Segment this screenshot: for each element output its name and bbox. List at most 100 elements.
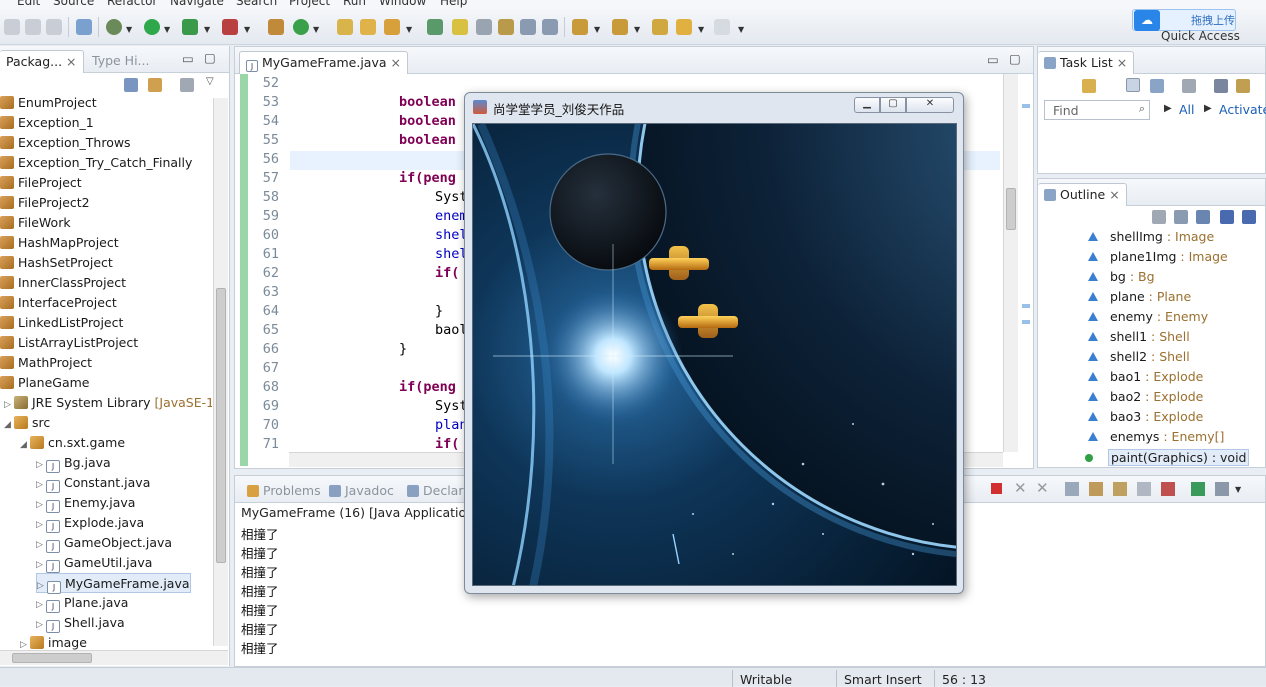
menu-item-search[interactable]: Search xyxy=(236,0,277,8)
tree-scrollbar[interactable] xyxy=(213,98,228,646)
tree-hscrollbar[interactable] xyxy=(0,650,228,665)
outline-item[interactable]: enemy : Enemy xyxy=(1088,309,1208,324)
maximize-button[interactable]: ▢ xyxy=(880,97,906,113)
open-type-icon[interactable] xyxy=(337,19,353,35)
tree-item[interactable]: Exception_Throws xyxy=(0,133,131,153)
expand-icon[interactable] xyxy=(1174,210,1188,224)
external-tools-icon[interactable] xyxy=(222,19,238,35)
menu-item-refactor[interactable]: Refactor xyxy=(107,0,157,8)
tree-item[interactable]: MathProject xyxy=(0,353,92,373)
outline-item[interactable]: shell1 : Shell xyxy=(1088,329,1190,344)
outline-item[interactable]: bao3 : Explode xyxy=(1088,409,1203,424)
menu-item-help[interactable]: Help xyxy=(440,0,467,8)
tree-item[interactable]: ▷ J GameUtil.java xyxy=(36,553,152,573)
show-whitespace-icon[interactable] xyxy=(542,19,558,35)
tab-package-explorer[interactable]: Packag... ⨯ xyxy=(0,50,84,73)
all-link[interactable]: All xyxy=(1179,102,1195,117)
tree-item[interactable]: ▷ J Explode.java xyxy=(36,513,144,533)
remove-all-icon[interactable]: ✕ xyxy=(1036,479,1049,497)
new-class-icon[interactable] xyxy=(293,19,309,35)
next-edit-icon[interactable] xyxy=(572,19,588,35)
menu-item-source[interactable]: Source xyxy=(53,0,94,8)
minimize-button[interactable]: ▁ xyxy=(854,97,880,113)
filter-icon[interactable] xyxy=(1236,79,1250,93)
outline-item[interactable]: bao1 : Explode xyxy=(1088,369,1203,384)
expand-arrow-icon[interactable]: ▷ xyxy=(36,475,46,495)
remove-launch-icon[interactable]: ✕ xyxy=(1014,479,1027,497)
word-wrap-icon[interactable] xyxy=(1113,482,1127,496)
scroll-lock-icon[interactable] xyxy=(1089,482,1103,496)
expand-arrow-icon[interactable]: ▷ xyxy=(36,495,46,515)
tab-type-hierarchy[interactable]: Type Hi... xyxy=(86,50,155,73)
expand-arrow-icon[interactable]: ▷ xyxy=(36,555,46,575)
tree-item[interactable]: InterfaceProject xyxy=(0,293,117,313)
tab-outline[interactable]: Outline ⨯ xyxy=(1038,183,1127,206)
activate-link[interactable]: Activate... xyxy=(1219,102,1266,117)
highlight-icon[interactable] xyxy=(452,19,468,35)
save-all-icon[interactable] xyxy=(25,19,41,35)
outline-item[interactable]: enemys : Enemy[] xyxy=(1088,429,1224,444)
outline-item[interactable]: bao2 : Explode xyxy=(1088,389,1203,404)
expand-arrow-icon[interactable]: ▷ xyxy=(36,455,46,475)
tree-item[interactable]: LinkedListProject xyxy=(0,313,123,333)
tab-problems[interactable]: Problems xyxy=(241,480,327,503)
outline-item[interactable]: paint(Graphics) : void xyxy=(1085,449,1250,466)
tree-item[interactable]: Exception_1 xyxy=(0,113,94,133)
outline-item[interactable]: plane : Plane xyxy=(1088,289,1191,304)
expand-arrow-icon[interactable]: ▷ xyxy=(36,615,46,635)
tree-item[interactable]: ▷ J Constant.java xyxy=(36,473,150,493)
tree-item[interactable]: Exception_Try_Catch_Finally xyxy=(0,153,192,173)
tree-item[interactable]: ▷ J Shell.java xyxy=(36,613,125,633)
tree-item[interactable]: ◢ cn.sxt.game xyxy=(20,433,125,453)
block-selection-icon[interactable] xyxy=(498,19,514,35)
tree-item[interactable]: ▷ J GameObject.java xyxy=(36,533,172,553)
menu-item-window[interactable]: Window xyxy=(379,0,426,8)
close-button[interactable]: ✕ xyxy=(906,97,954,113)
coverage-icon[interactable] xyxy=(182,19,198,35)
tree-item[interactable]: ▷ J Plane.java xyxy=(36,593,128,613)
view-menu-icon[interactable] xyxy=(180,78,194,92)
tree-item[interactable]: FileProject xyxy=(0,173,82,193)
tree-item[interactable]: PlaneGame xyxy=(0,373,90,393)
open-console-icon[interactable] xyxy=(1191,482,1205,496)
debug-icon[interactable] xyxy=(106,19,122,35)
tab-mygameframe[interactable]: J MyGameFrame.java ⨯ xyxy=(239,51,408,74)
hide-static-icon[interactable] xyxy=(1242,210,1256,224)
forward-arrow-icon[interactable] xyxy=(714,19,730,35)
tree-item[interactable]: ▷ J MyGameFrame.java xyxy=(36,573,191,594)
next-annotation-icon[interactable] xyxy=(427,19,443,35)
tree-item[interactable]: ◢ src xyxy=(4,413,50,433)
menu-item-run[interactable]: Run xyxy=(343,0,366,8)
task-find-input[interactable]: Find ⌕ xyxy=(1044,100,1150,120)
tree-item[interactable]: FileProject2 xyxy=(0,193,90,213)
last-edit-icon[interactable] xyxy=(652,19,668,35)
collapse-icon[interactable] xyxy=(1152,210,1166,224)
new-java-project-icon[interactable] xyxy=(268,19,284,35)
tree-item[interactable]: FileWork xyxy=(0,213,71,233)
minimize-icon[interactable]: ▭ xyxy=(987,52,999,67)
prev-edit-icon[interactable] xyxy=(612,19,628,35)
collapse-arrow-icon[interactable]: ◢ xyxy=(20,435,30,455)
back-arrow-icon[interactable] xyxy=(676,19,692,35)
collapse-arrow-icon[interactable]: ◢ xyxy=(4,415,14,435)
tree-item[interactable]: ▷ JRE System Library [JavaSE-1.8 xyxy=(4,393,212,413)
tree-item[interactable]: HashSetProject xyxy=(0,253,113,273)
hide-completed-icon[interactable] xyxy=(1214,79,1228,93)
tree-item[interactable]: ▷ J Enemy.java xyxy=(36,493,135,513)
categorized-icon[interactable] xyxy=(1126,78,1140,92)
show-stderr-icon[interactable] xyxy=(1161,482,1175,496)
tab-javadoc[interactable]: Javadoc xyxy=(323,480,400,503)
link-editor-icon[interactable] xyxy=(148,78,162,92)
open-folder-icon[interactable] xyxy=(360,19,376,35)
menu-item-navigate[interactable]: Navigate xyxy=(170,0,224,8)
display-console-icon[interactable] xyxy=(1215,482,1229,496)
terminate-icon[interactable] xyxy=(991,483,1002,494)
word-wrap-icon[interactable] xyxy=(520,19,536,35)
run-icon[interactable] xyxy=(144,19,160,35)
expand-arrow-icon[interactable]: ▷ xyxy=(36,515,46,535)
game-window[interactable]: 尚学堂学员_刘俊天作品 ▁ ▢ ✕ xyxy=(464,92,964,594)
maximize-icon[interactable]: ▢ xyxy=(1009,51,1021,66)
editor-scrollbar[interactable] xyxy=(1003,74,1018,452)
upload-button[interactable]: ☁ 拖拽上传 xyxy=(1132,9,1236,31)
clear-console-icon[interactable] xyxy=(1065,482,1079,496)
